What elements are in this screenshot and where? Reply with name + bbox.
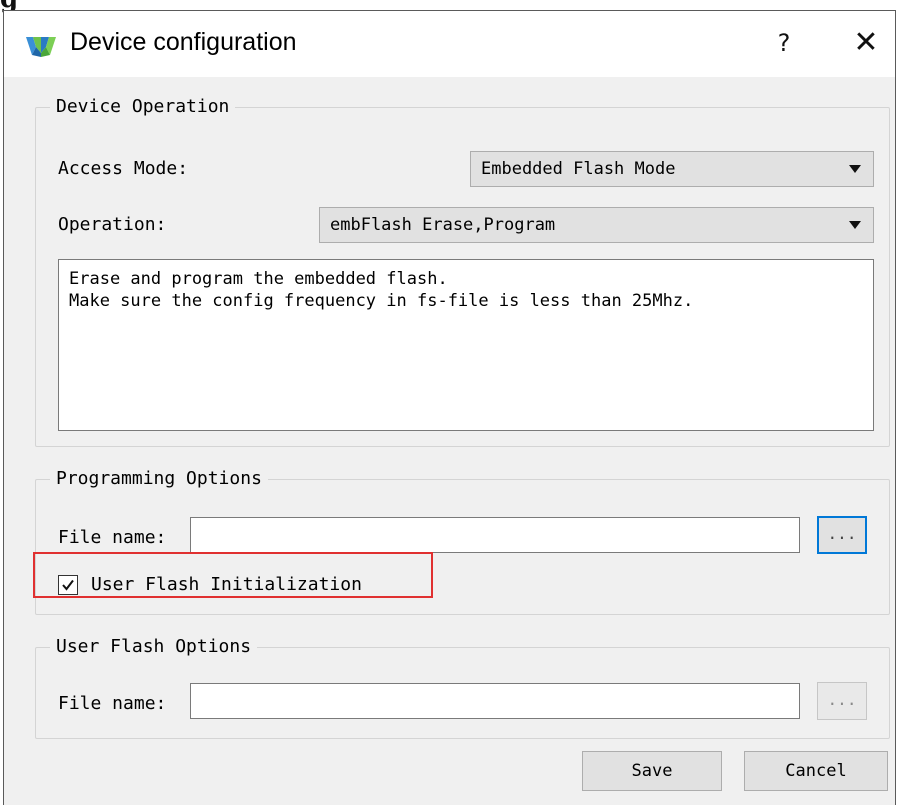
gowin-logo-icon xyxy=(26,37,56,57)
highlight-annotation-box xyxy=(33,552,433,598)
window-title: Device configuration xyxy=(70,28,297,56)
chevron-down-icon xyxy=(849,221,861,229)
operation-label: Operation: xyxy=(58,214,167,235)
access-mode-select[interactable]: Embedded Flash Mode xyxy=(470,151,874,187)
programming-file-input[interactable] xyxy=(190,517,800,553)
chevron-down-icon xyxy=(849,165,861,173)
programming-browse-button[interactable]: ... xyxy=(817,516,867,554)
user-flash-options-group: User Flash Options File name: ... xyxy=(35,634,890,739)
cancel-button[interactable]: Cancel xyxy=(744,751,888,791)
user-flash-file-input[interactable] xyxy=(190,683,800,719)
access-mode-value: Embedded Flash Mode xyxy=(481,159,676,179)
help-button[interactable]: ? xyxy=(764,25,804,61)
device-configuration-dialog: Device configuration ? ✕ Device Operatio… xyxy=(3,10,896,805)
device-operation-legend: Device Operation xyxy=(50,94,236,120)
user-flash-browse-button[interactable]: ... xyxy=(817,682,867,720)
operation-description: Erase and program the embedded flash. Ma… xyxy=(58,259,874,431)
programming-options-legend: Programming Options xyxy=(50,466,268,492)
operation-select[interactable]: embFlash Erase,Program xyxy=(319,207,874,243)
access-mode-label: Access Mode: xyxy=(58,158,189,179)
file-name-label: File name: xyxy=(58,527,167,548)
user-flash-options-legend: User Flash Options xyxy=(50,634,258,660)
device-operation-group: Device Operation Access Mode: Embedded F… xyxy=(35,94,890,447)
close-button[interactable]: ✕ xyxy=(844,23,888,63)
save-button[interactable]: Save xyxy=(582,751,722,791)
operation-value: embFlash Erase,Program xyxy=(330,215,556,235)
file-name-label: File name: xyxy=(58,693,167,714)
title-bar: Device configuration ? ✕ xyxy=(4,11,895,77)
